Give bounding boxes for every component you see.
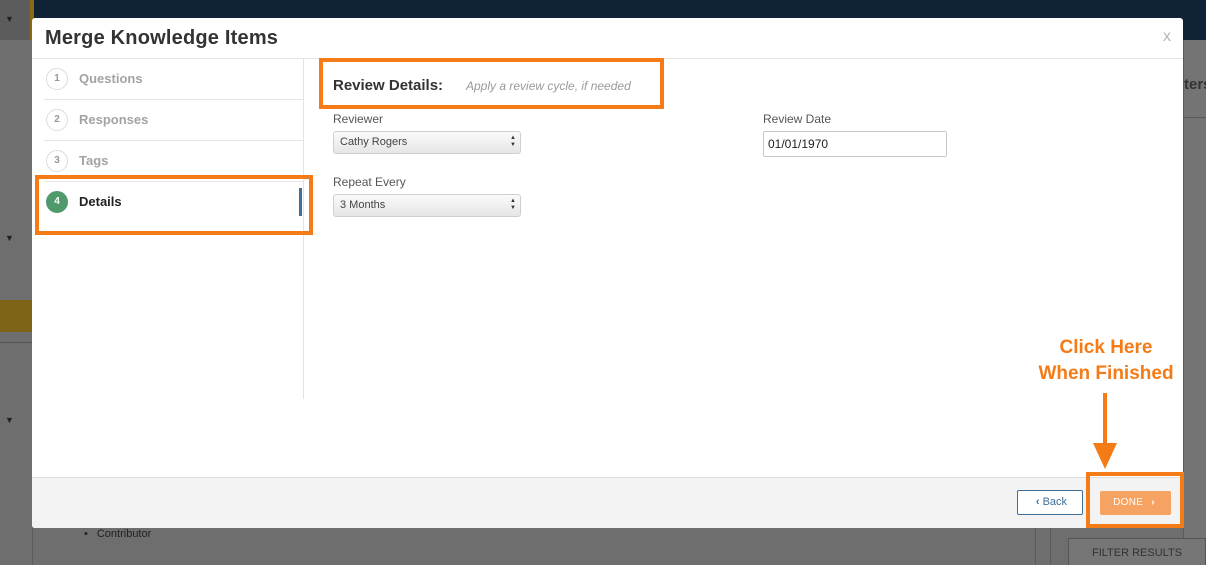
done-button[interactable]: DONE › <box>1100 491 1171 515</box>
modal-footer: ‹ Back DONE › <box>32 477 1183 528</box>
reviewer-label: Reviewer <box>333 112 384 126</box>
done-button-label: DONE <box>1113 497 1144 508</box>
background-divider <box>1035 528 1036 565</box>
step-tags[interactable]: 3 Tags <box>44 141 304 182</box>
background-highlight-bar <box>0 300 34 332</box>
step-label: Questions <box>79 71 143 86</box>
background-divider <box>32 528 33 565</box>
step-label: Tags <box>79 153 109 168</box>
repeat-every-select-value: 3 Months <box>340 199 386 211</box>
background-divider <box>1183 117 1206 118</box>
review-date-input[interactable]: 01/01/1970 <box>763 131 947 157</box>
step-number: 3 <box>46 150 68 172</box>
step-label: Details <box>79 194 122 209</box>
back-button-label: Back <box>1042 496 1068 508</box>
section-title: Review Details: <box>333 77 444 94</box>
arrow-head-icon <box>1093 443 1117 469</box>
select-arrows-icon: ▲ ▼ <box>510 135 516 148</box>
chevron-down-icon: ▼ <box>5 415 14 425</box>
step-responses[interactable]: 2 Responses <box>44 100 304 141</box>
review-date-value: 01/01/1970 <box>768 137 829 151</box>
background-list-item: Contributor <box>84 528 151 540</box>
step-label: Responses <box>79 112 149 127</box>
step-details[interactable]: 4 Details <box>44 182 304 223</box>
step-questions[interactable]: 1 Questions <box>44 59 304 100</box>
chevron-down-icon: ▼ <box>5 14 14 24</box>
step-number: 2 <box>46 109 68 131</box>
chevron-left-icon: ‹ <box>1035 496 1040 508</box>
modal-title: Merge Knowledge Items <box>45 27 279 49</box>
reviewer-select-value: Cathy Rogers <box>340 136 408 148</box>
details-panel: Review Details: Apply a review cycle, if… <box>304 59 1183 477</box>
back-button[interactable]: ‹ Back <box>1017 490 1083 515</box>
repeat-every-label: Repeat Every <box>333 175 406 189</box>
background-right-panel <box>1183 40 1206 565</box>
background-right-panel-title: ters <box>1184 76 1206 93</box>
close-icon[interactable]: x <box>1163 28 1171 46</box>
callout-line: When Finished <box>1038 363 1174 384</box>
wizard-steps: 1 Questions 2 Responses 3 Tags 4 Details <box>32 59 304 399</box>
active-step-indicator <box>299 188 302 216</box>
modal-header: Merge Knowledge Items x <box>32 18 1183 59</box>
step-number: 4 <box>46 191 68 213</box>
review-date-label: Review Date <box>763 112 832 126</box>
callout-line: Click Here <box>1059 337 1153 358</box>
reviewer-select[interactable]: Cathy Rogers ▲ ▼ <box>333 131 521 154</box>
filter-results-button[interactable]: FILTER RESULTS <box>1068 538 1206 565</box>
step-number: 1 <box>46 68 68 90</box>
background-divider <box>1050 528 1051 565</box>
arrow-down-icon <box>1103 393 1107 445</box>
background-divider <box>0 342 34 343</box>
repeat-every-select[interactable]: 3 Months ▲ ▼ <box>333 194 521 217</box>
callout-text: Click Here When Finished <box>1026 335 1186 387</box>
section-subtitle: Apply a review cycle, if needed <box>466 79 631 93</box>
chevron-right-icon: › <box>1151 497 1155 508</box>
select-arrows-icon: ▲ ▼ <box>510 198 516 211</box>
chevron-down-icon: ▼ <box>5 233 14 243</box>
merge-knowledge-items-modal: Merge Knowledge Items x 1 Questions 2 Re… <box>32 18 1183 528</box>
